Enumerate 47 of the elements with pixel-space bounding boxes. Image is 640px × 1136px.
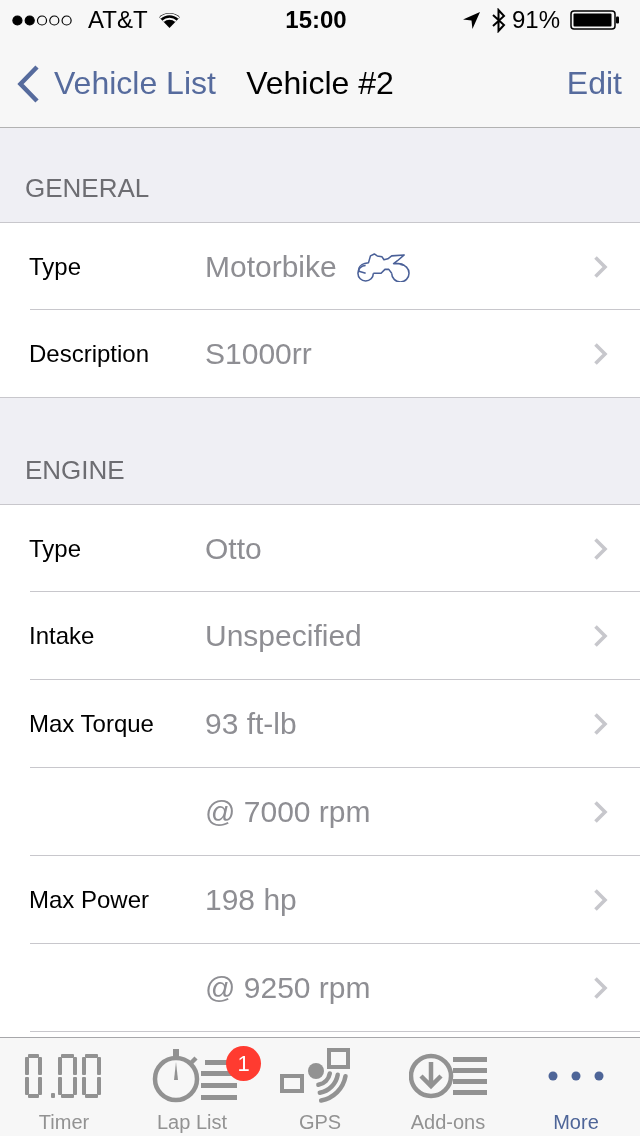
row-value: 198 hp — [205, 883, 297, 917]
row-value: Otto — [205, 531, 262, 566]
row-label: Type — [29, 252, 82, 280]
section-title: GENERAL — [25, 173, 150, 204]
stopwatch-list-icon — [152, 1049, 238, 1103]
tab-button[interactable]: Add-ons — [384, 1038, 512, 1136]
row-label: Description — [29, 339, 150, 367]
carrier-name: AT&T — [88, 6, 148, 34]
chevron-icon — [593, 536, 608, 561]
row-label: Max Torque — [29, 710, 154, 737]
more-dots-icon — [548, 1071, 604, 1081]
location-arrow-icon — [462, 11, 480, 29]
row-value: @ 7000 rpm — [205, 795, 371, 829]
battery-percent: 91% — [511, 6, 560, 34]
edit-button[interactable]: Edit — [566, 65, 640, 102]
row-label: Intake — [29, 622, 95, 649]
back-button[interactable]: Vehicle List — [0, 64, 216, 103]
notification-badge: 1 — [226, 1046, 261, 1081]
download-list-icon — [409, 1052, 487, 1100]
bluetooth-icon — [491, 7, 506, 33]
status-time: 15:00 — [285, 6, 347, 34]
chevron-icon — [593, 624, 608, 648]
chevron-icon — [593, 888, 608, 912]
row-value: @ 9250 rpm — [205, 971, 371, 1005]
row-value: S1000rr — [205, 336, 312, 371]
row-label: Type — [29, 534, 82, 562]
chevron-icon — [593, 800, 608, 824]
chevron-icon — [593, 976, 608, 1000]
row-label: Max Power — [29, 886, 150, 913]
chevron-icon — [593, 341, 608, 366]
row-value: Motorbike — [205, 249, 337, 284]
back-chevron-icon — [17, 64, 40, 103]
signal-strength-icon — [12, 14, 73, 26]
gps-signal-icon — [280, 1048, 350, 1104]
screen-title: Vehicle #2 — [245, 65, 395, 102]
digital-display-icon — [25, 1054, 103, 1098]
row-value: 93 ft-lb — [205, 707, 297, 741]
list-row[interactable]: Description S1000rr — [0, 310, 640, 397]
row-value: Unspecified — [205, 619, 362, 653]
wifi-icon — [157, 11, 181, 29]
chevron-icon — [593, 254, 608, 279]
tab-button[interactable]: Timer — [0, 1038, 128, 1136]
section-title: ENGINE — [25, 455, 125, 486]
battery-icon — [570, 10, 620, 30]
chevron-icon — [593, 712, 608, 736]
tab-button[interactable]: More — [512, 1038, 640, 1136]
motorbike-icon — [355, 251, 410, 282]
